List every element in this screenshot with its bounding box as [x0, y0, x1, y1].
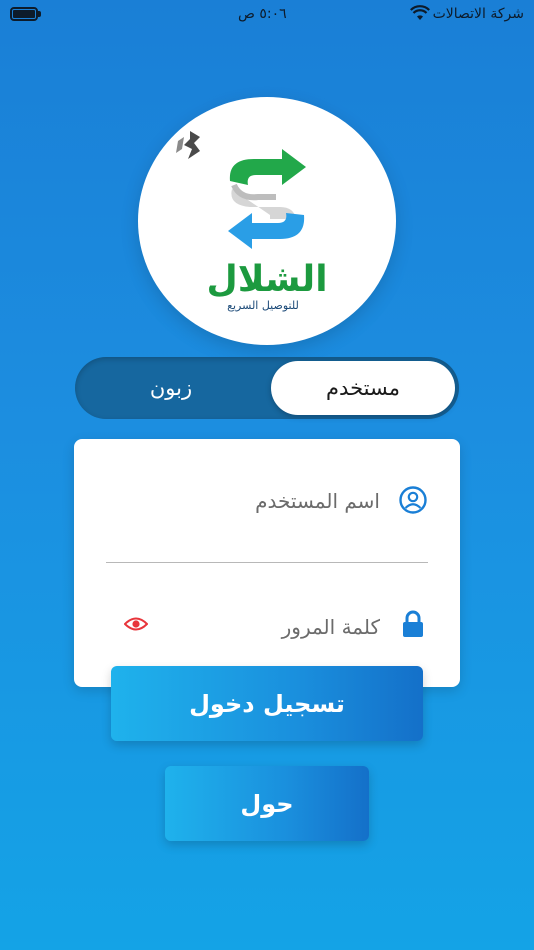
lock-icon	[403, 610, 423, 637]
status-time: ٥:٠٦ ص	[238, 6, 287, 22]
eye-icon[interactable]	[124, 615, 148, 633]
tab-customer[interactable]: زبون	[79, 361, 263, 415]
login-button[interactable]: تسجيل دخول	[111, 666, 423, 741]
password-field[interactable]	[130, 607, 380, 647]
brand-tagline: للتوصيل السريع	[227, 299, 299, 312]
carrier-name: شركة الاتصالات	[432, 6, 524, 22]
logo-s-icon	[228, 149, 306, 249]
field-divider	[106, 562, 428, 563]
status-bar: شركة الاتصالات ٥:٠٦ ص	[0, 0, 534, 30]
brand-mark-icon	[176, 131, 200, 159]
about-button[interactable]: حول	[165, 766, 369, 841]
wifi-icon	[410, 5, 430, 20]
app-logo: الشلال للتوصيل السريع	[138, 97, 396, 345]
battery-icon	[10, 7, 38, 21]
account-type-toggle: مستخدم زبون	[75, 357, 459, 419]
battery-tip	[38, 11, 41, 17]
user-circle-icon	[399, 486, 427, 514]
brand-name: الشلال	[206, 259, 328, 300]
tab-user[interactable]: مستخدم	[271, 361, 455, 415]
login-form	[74, 439, 460, 687]
username-field[interactable]	[130, 481, 380, 521]
